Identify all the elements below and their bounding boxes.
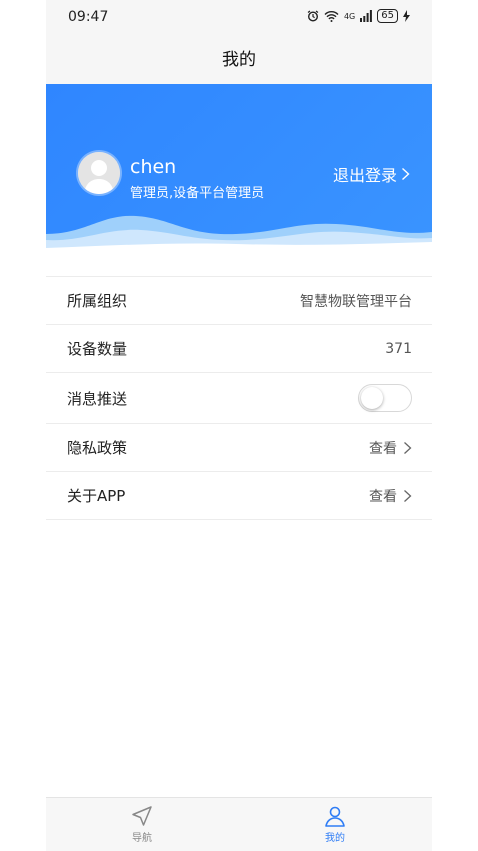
battery-level: 65 xyxy=(377,9,398,23)
alarm-icon xyxy=(307,10,319,22)
page-title: 我的 xyxy=(46,36,432,85)
chevron-right-icon xyxy=(402,167,410,181)
avatar[interactable] xyxy=(78,152,120,194)
profile-header: chen 管理员,设备平台管理员 退出登录 xyxy=(46,84,432,256)
tab-navigation-label: 导航 xyxy=(132,833,152,844)
chevron-right-icon xyxy=(404,489,412,502)
status-time: 09:47 xyxy=(68,9,109,25)
about-label: 关于APP xyxy=(67,487,126,505)
privacy-row[interactable]: 隐私政策 查看 xyxy=(46,424,432,472)
navigation-icon xyxy=(132,806,152,826)
about-row[interactable]: 关于APP 查看 xyxy=(46,472,432,520)
device-count-label: 设备数量 xyxy=(67,340,128,358)
tab-mine[interactable]: 我的 xyxy=(295,802,375,844)
toggle-knob xyxy=(361,387,383,409)
charging-icon xyxy=(403,10,410,22)
device-count-value: 371 xyxy=(385,340,412,357)
chevron-right-icon xyxy=(404,441,412,454)
push-row: 消息推送 xyxy=(46,373,432,424)
bottom-tab-bar: 导航 我的 xyxy=(46,797,432,851)
settings-list: 所属组织 智慧物联管理平台 设备数量 371 消息推送 隐私政策 查看 关于AP… xyxy=(46,276,432,520)
header-wave-decoration xyxy=(46,215,432,256)
tab-mine-label: 我的 xyxy=(325,833,345,844)
wifi-icon xyxy=(324,11,339,22)
org-row: 所属组织 智慧物联管理平台 xyxy=(46,277,432,325)
tab-navigation[interactable]: 导航 xyxy=(102,802,182,844)
signal-icon xyxy=(360,10,373,22)
about-view-link[interactable]: 查看 xyxy=(369,486,412,506)
logout-button[interactable]: 退出登录 xyxy=(333,162,410,186)
privacy-view-link[interactable]: 查看 xyxy=(369,438,412,458)
about-action-label: 查看 xyxy=(369,488,397,505)
default-avatar-icon xyxy=(78,152,120,194)
privacy-action-label: 查看 xyxy=(369,440,397,457)
status-bar: 09:47 4G 65 xyxy=(46,0,432,36)
push-label: 消息推送 xyxy=(67,389,128,408)
app-screen: 09:47 4G 65 我的 chen 管理员,设备平台管理员 退出登录 所属组… xyxy=(46,0,432,851)
org-value: 智慧物联管理平台 xyxy=(300,293,412,310)
user-name: chen xyxy=(130,156,177,178)
network-type-label: 4G xyxy=(343,11,356,21)
status-icons: 4G 65 xyxy=(307,9,410,23)
org-label: 所属组织 xyxy=(67,292,128,310)
push-toggle[interactable] xyxy=(358,384,412,412)
logout-label: 退出登录 xyxy=(332,166,397,185)
device-count-row: 设备数量 371 xyxy=(46,325,432,373)
privacy-label: 隐私政策 xyxy=(67,439,128,457)
user-icon xyxy=(325,806,345,827)
